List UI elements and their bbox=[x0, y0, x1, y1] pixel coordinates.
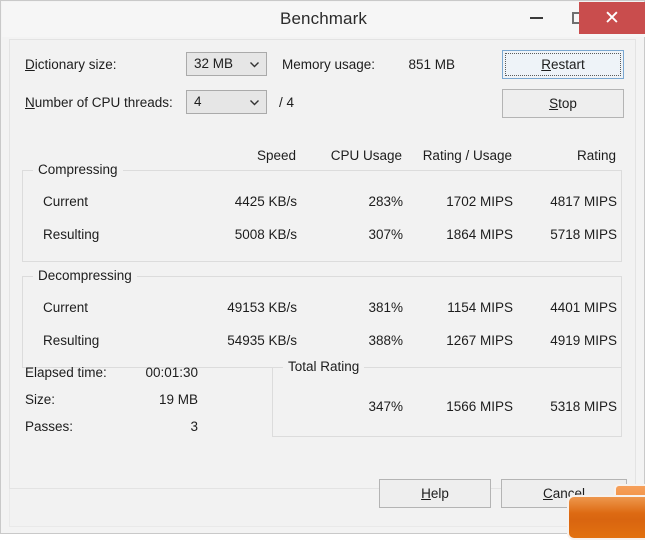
cpu-threads-select[interactable]: 4 bbox=[186, 90, 267, 114]
column-header-cpu-usage: CPU Usage bbox=[330, 148, 402, 163]
cell-speed: 4425 KB/s bbox=[234, 194, 297, 209]
elapsed-time-value: 00:01:30 bbox=[145, 365, 198, 380]
decompressing-group-title: Decompressing bbox=[33, 268, 137, 283]
folder-body-shape bbox=[567, 495, 645, 540]
minimize-icon bbox=[529, 17, 543, 19]
size-value: 19 MB bbox=[158, 392, 198, 407]
help-button-label: Help bbox=[421, 486, 449, 501]
compressing-group-title: Compressing bbox=[33, 162, 123, 177]
total-rating-group: Total Rating 347% 1566 MIPS 5318 MIPS bbox=[272, 359, 622, 437]
cell-rating-usage: 1702 MIPS bbox=[446, 194, 513, 209]
cell-rating: 5718 MIPS bbox=[550, 227, 617, 242]
restart-button[interactable]: Restart bbox=[502, 50, 624, 79]
minimize-button[interactable] bbox=[515, 3, 557, 33]
passes-value: 3 bbox=[190, 419, 198, 434]
cell-speed: 49153 KB/s bbox=[227, 300, 297, 315]
dictionary-size-value: 32 MB bbox=[194, 56, 234, 71]
stop-button[interactable]: Stop bbox=[502, 89, 624, 118]
cell-rating: 4817 MIPS bbox=[550, 194, 617, 209]
cell-cpu-usage: 283% bbox=[368, 194, 403, 209]
cell-cpu-usage: 307% bbox=[368, 227, 403, 242]
cell-cpu-usage: 381% bbox=[368, 300, 403, 315]
dictionary-size-label: Dictionary size: bbox=[25, 57, 117, 72]
total-rating-rating-usage: 1566 MIPS bbox=[446, 399, 513, 414]
row-label: Resulting bbox=[43, 333, 100, 348]
cpu-threads-max-label: / 4 bbox=[279, 95, 295, 110]
dictionary-size-select[interactable]: 32 MB bbox=[186, 52, 267, 76]
stop-button-label: Stop bbox=[549, 96, 577, 111]
column-header-rating: Rating bbox=[576, 148, 616, 163]
title-bar: Benchmark ✕ bbox=[2, 2, 645, 37]
decompressing-group: Decompressing Current 49153 KB/s 381% 11… bbox=[22, 268, 622, 368]
size-label: Size: bbox=[25, 392, 56, 407]
total-rating-rating: 5318 MIPS bbox=[550, 399, 617, 414]
chevron-down-icon bbox=[249, 59, 260, 70]
cell-speed: 54935 KB/s bbox=[227, 333, 297, 348]
help-button[interactable]: Help bbox=[379, 479, 491, 508]
benchmark-window: Benchmark ✕ Dictionary size: 32 MB Memor… bbox=[0, 0, 645, 540]
seven-zip-folder-logo-icon bbox=[567, 484, 645, 540]
close-icon: ✕ bbox=[604, 6, 620, 29]
column-header-rating-usage: Rating / Usage bbox=[422, 148, 512, 163]
column-header-speed: Speed bbox=[256, 148, 296, 163]
cpu-threads-label: Number of CPU threads: bbox=[25, 95, 173, 110]
passes-label: Passes: bbox=[25, 419, 74, 434]
row-label: Current bbox=[43, 300, 89, 315]
cell-rating: 4919 MIPS bbox=[550, 333, 617, 348]
cell-rating-usage: 1154 MIPS bbox=[447, 300, 513, 315]
cell-cpu-usage: 388% bbox=[368, 333, 403, 348]
cell-speed: 5008 KB/s bbox=[234, 227, 297, 242]
compressing-group: Compressing Current 4425 KB/s 283% 1702 … bbox=[22, 162, 622, 262]
total-rating-cpu-usage: 347% bbox=[368, 399, 403, 414]
chevron-down-icon bbox=[249, 97, 260, 108]
row-label: Current bbox=[43, 194, 89, 209]
total-rating-group-title: Total Rating bbox=[283, 359, 365, 374]
dialog-client-area: Dictionary size: 32 MB Memory usage: 851… bbox=[9, 39, 636, 489]
cpu-threads-value: 4 bbox=[194, 94, 202, 109]
cell-rating-usage: 1864 MIPS bbox=[446, 227, 513, 242]
close-button[interactable]: ✕ bbox=[579, 2, 645, 34]
memory-usage-value: 851 MB bbox=[408, 57, 455, 72]
cell-rating: 4401 MIPS bbox=[550, 300, 617, 315]
cell-rating-usage: 1267 MIPS bbox=[446, 333, 513, 348]
focus-rectangle bbox=[505, 53, 621, 76]
row-label: Resulting bbox=[43, 227, 100, 242]
